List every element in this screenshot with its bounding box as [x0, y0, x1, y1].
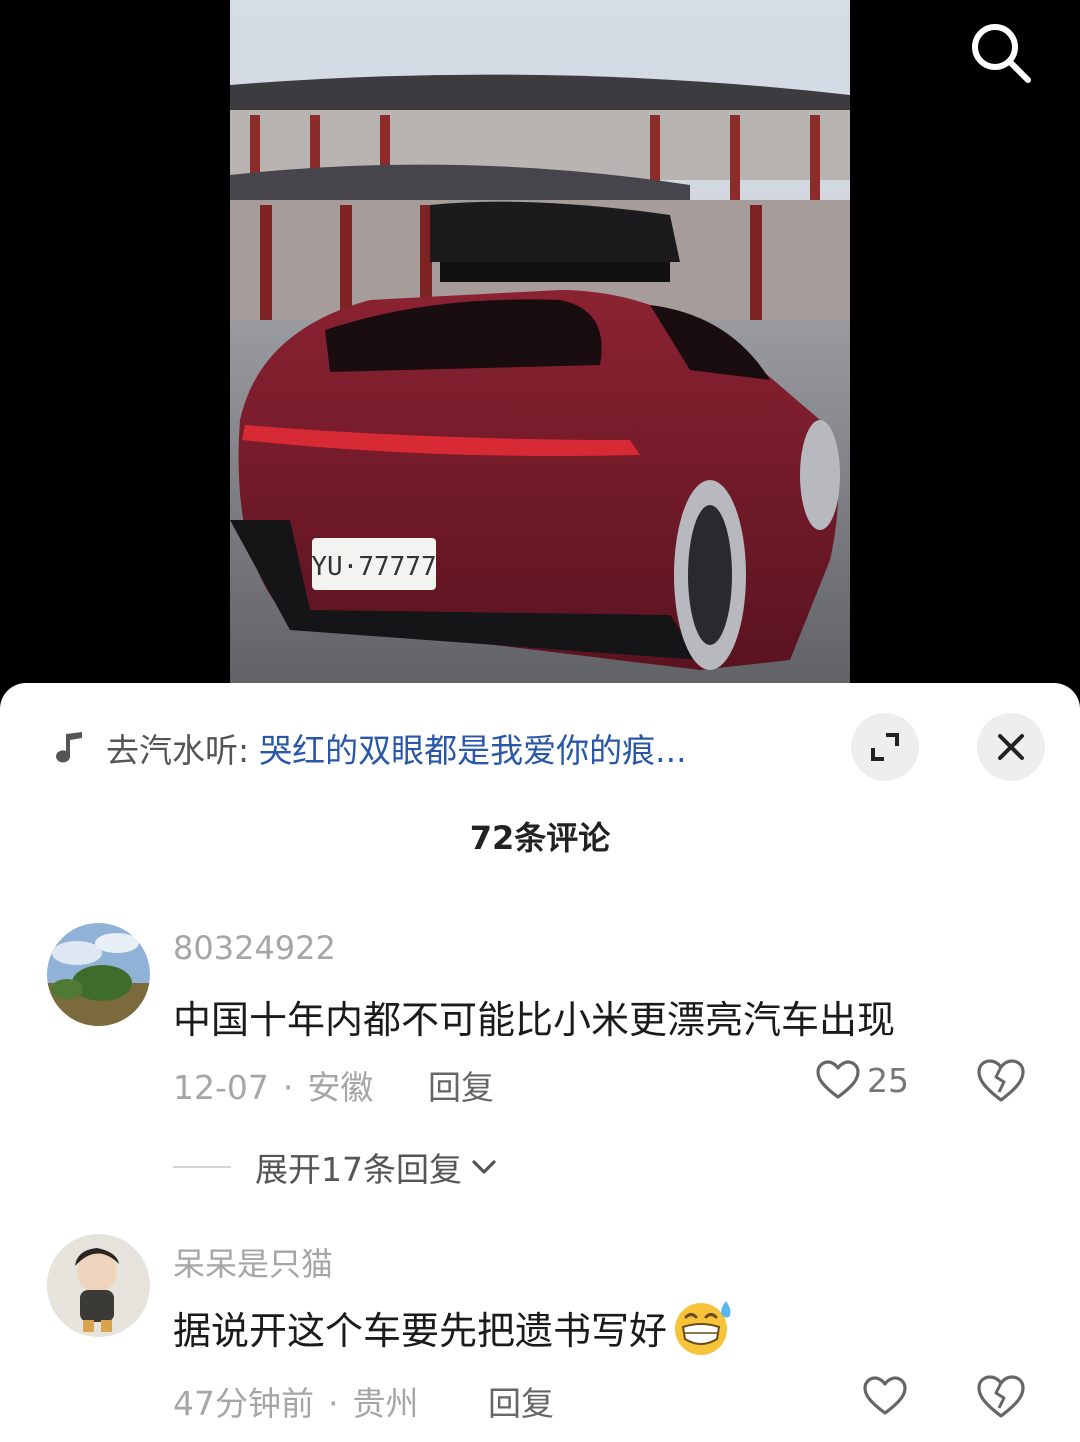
comment-text: 据说开这个车要先把遗书写好 — [173, 1297, 737, 1357]
avatar[interactable] — [47, 1234, 150, 1337]
comment-location: 安徽 — [307, 1068, 374, 1107]
comment-text-body: 据说开这个车要先把遗书写好 — [173, 1308, 668, 1353]
expand-replies-button[interactable]: 展开17条回复 — [173, 1143, 498, 1191]
expand-icon — [871, 733, 899, 761]
heart-icon — [816, 1060, 860, 1099]
close-icon — [998, 734, 1024, 760]
comment-date: 12-07 — [173, 1068, 269, 1107]
reply-button[interactable]: 回复 — [428, 1061, 494, 1109]
username[interactable]: 呆呆是只猫 — [173, 1239, 333, 1285]
music-prefix: 去汽水听: — [106, 731, 250, 770]
avatar[interactable] — [47, 923, 150, 1026]
like-button[interactable] — [862, 1375, 908, 1417]
license-plate: YU·77777 — [311, 552, 436, 582]
comment-meta: 12-07 · 安徽 — [173, 1068, 374, 1107]
divider-line — [173, 1166, 231, 1168]
reply-button[interactable]: 回复 — [488, 1377, 554, 1425]
dislike-button[interactable] — [975, 1373, 1027, 1425]
expand-replies-label: 展开17条回复 — [255, 1150, 462, 1189]
comment-location: 贵州 — [352, 1384, 419, 1423]
music-title-link[interactable]: 哭红的双眼都是我爱你的痕... — [259, 724, 686, 772]
comment-count: 72条评论 — [469, 819, 611, 857]
grinning-sweat-emoji — [675, 1301, 731, 1355]
expand-button[interactable] — [851, 713, 919, 781]
music-note-icon — [56, 732, 82, 763]
username[interactable]: 80324922 — [173, 929, 336, 967]
screen: YU·77777 去汽水听: 哭红的双眼都是我爱你的痕... 72条评论 803… — [0, 0, 1080, 1442]
comment-sheet: 去汽水听: 哭红的双眼都是我爱你的痕... 72条评论 80324922 中国十… — [0, 683, 1080, 1442]
comment-meta: 47分钟前 · 贵州 — [173, 1384, 419, 1423]
heart-icon — [863, 1376, 907, 1415]
car-photo: YU·77777 — [230, 0, 850, 700]
like-count: 25 — [867, 1060, 909, 1100]
close-button[interactable] — [977, 713, 1045, 781]
video-frame[interactable]: YU·77777 — [230, 0, 850, 700]
broken-heart-icon — [977, 1375, 1025, 1418]
avatar-image — [47, 923, 150, 1026]
comment-text: 中国十年内都不可能比小米更漂亮汽车出现 — [173, 998, 896, 1042]
music-row[interactable]: 去汽水听: 哭红的双眼都是我爱你的痕... — [50, 723, 850, 773]
avatar-image — [47, 1234, 150, 1337]
dislike-button[interactable] — [975, 1057, 1027, 1109]
search-icon — [972, 24, 1031, 83]
like-button[interactable]: 25 — [815, 1059, 909, 1101]
search-button[interactable] — [966, 18, 1036, 88]
chevron-down-icon — [472, 1160, 496, 1174]
comment-date: 47分钟前 — [173, 1384, 314, 1423]
broken-heart-icon — [977, 1059, 1025, 1102]
